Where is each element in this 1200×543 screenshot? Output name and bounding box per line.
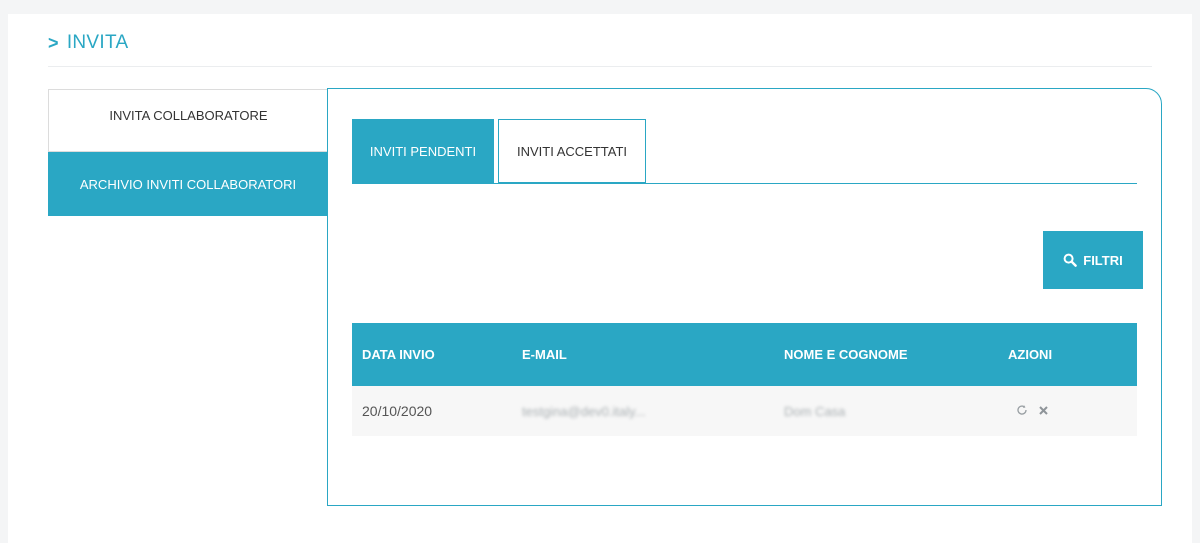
tab-accepted-invites[interactable]: INVITI ACCETTATI — [498, 119, 646, 183]
column-header-name[interactable]: NOME E COGNOME — [784, 347, 1008, 362]
table-row: 20/10/2020 testgina@dev0.italy... Dom Ca… — [352, 386, 1137, 436]
invites-table: DATA INVIO E-MAIL NOME E COGNOME AZIONI … — [352, 323, 1137, 436]
sidebar-item-invites-archive[interactable]: ARCHIVIO INVITI COLLABORATORI — [48, 152, 328, 216]
invite-tabs: INVITI PENDENTI INVITI ACCETTATI — [352, 119, 1137, 184]
page-title: INVITA — [66, 32, 129, 53]
column-header-date[interactable]: DATA INVIO — [352, 347, 522, 362]
column-header-email[interactable]: E-MAIL — [522, 347, 784, 362]
tab-label: INVITI PENDENTI — [369, 143, 477, 159]
invites-panel: INVITI PENDENTI INVITI ACCETTATI FILTRI … — [327, 88, 1162, 506]
filter-button[interactable]: FILTRI — [1043, 231, 1143, 289]
page-header: > INVITA — [48, 32, 128, 54]
chevron-right-icon: > — [48, 32, 59, 53]
page: > INVITA INVITA COLLABORATORE ARCHIVIO I… — [8, 14, 1192, 543]
cell-email: testgina@dev0.italy... — [522, 404, 646, 419]
header-divider — [48, 66, 1152, 67]
cell-name: Dom Casa — [784, 404, 846, 419]
filter-label: FILTRI — [1083, 252, 1123, 268]
sidebar-item-label: INVITA COLLABORATORE — [109, 108, 268, 123]
row-actions — [1008, 404, 1137, 419]
column-header-actions: AZIONI — [1008, 347, 1053, 362]
table-header: DATA INVIO E-MAIL NOME E COGNOME AZIONI — [352, 323, 1137, 386]
search-icon — [1063, 253, 1078, 267]
cell-date: 20/10/2020 — [362, 403, 433, 419]
close-icon[interactable] — [1038, 404, 1049, 419]
sidebar-item-label: ARCHIVIO INVITI COLLABORATORI — [79, 176, 297, 192]
tab-pending-invites[interactable]: INVITI PENDENTI — [352, 119, 494, 183]
sidebar-item-invite-collaborator[interactable]: INVITA COLLABORATORE — [48, 89, 328, 152]
refresh-icon[interactable] — [1016, 404, 1028, 419]
tab-label: INVITI ACCETTATI — [516, 143, 628, 159]
